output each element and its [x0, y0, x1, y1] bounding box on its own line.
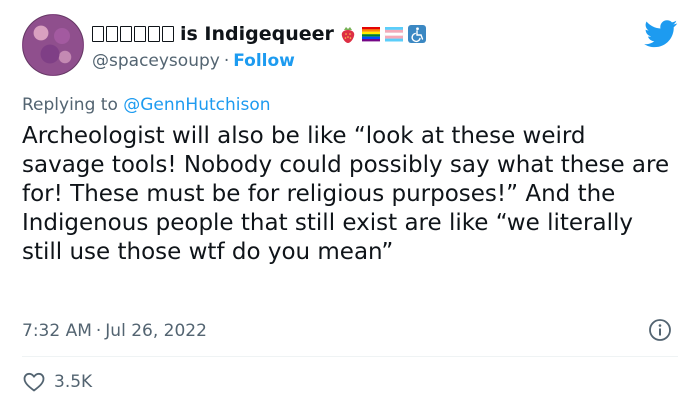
replying-to: Replying to @GennHutchison	[22, 94, 271, 116]
transgender-flag-emoji-icon	[384, 27, 404, 42]
timestamp[interactable]: 7:32 AM · Jul 26, 2022	[22, 320, 207, 342]
heart-icon	[23, 372, 45, 392]
divider	[22, 356, 678, 357]
replying-prefix: Replying to	[22, 95, 118, 115]
separator-dot: ·	[223, 51, 230, 71]
tweet-text: Archeologist will also be like “look at …	[22, 123, 670, 265]
twitter-bird-icon[interactable]	[644, 20, 678, 48]
like-count: 3.5K	[54, 372, 93, 392]
like-button[interactable]: 3.5K	[22, 370, 92, 394]
unrendered-glyphs	[92, 26, 174, 42]
display-name[interactable]: is Indigequeer	[92, 22, 427, 46]
tweet-time: 7:32 AM	[22, 321, 92, 341]
tweet-card: is Indigequeer @spaceysoupy · Follow Rep…	[0, 0, 700, 410]
wheelchair-emoji-icon	[407, 25, 426, 43]
rainbow-flag-emoji-icon	[361, 27, 380, 42]
reply-mention-link[interactable]: @GennHutchison	[123, 95, 270, 115]
follow-button[interactable]: Follow	[233, 51, 295, 71]
handle-row: @spaceysoupy · Follow	[92, 50, 295, 72]
strawberry-emoji-icon	[341, 27, 355, 43]
info-icon[interactable]	[648, 318, 672, 342]
tweet-date: Jul 26, 2022	[105, 321, 207, 341]
avatar[interactable]	[22, 14, 84, 76]
handle[interactable]: @spaceysoupy	[92, 51, 220, 71]
name-emojis	[338, 24, 427, 44]
meta-separator: ·	[95, 321, 102, 341]
display-name-text[interactable]: is Indigequeer	[180, 22, 334, 46]
